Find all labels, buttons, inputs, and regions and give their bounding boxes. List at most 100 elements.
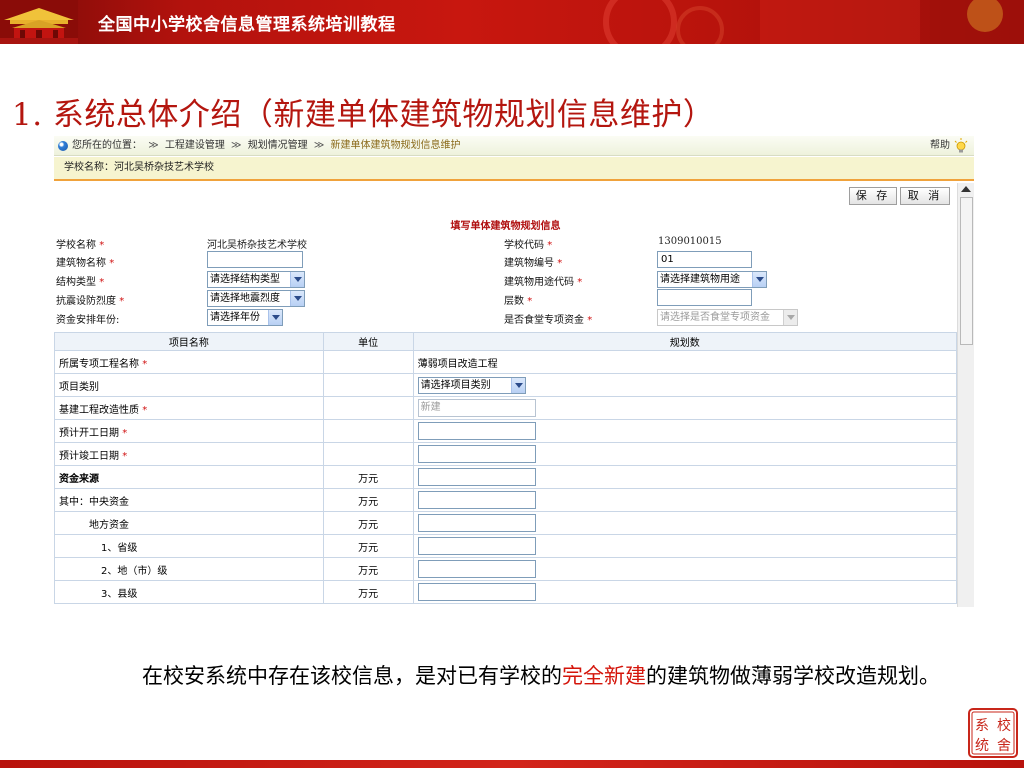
row-value bbox=[412, 488, 958, 512]
chevron-down-icon bbox=[783, 310, 797, 325]
row-unit bbox=[322, 419, 414, 443]
row-value bbox=[412, 580, 958, 604]
help-link[interactable]: 帮助 bbox=[930, 136, 950, 156]
scrollbar-thumb[interactable] bbox=[960, 197, 973, 345]
svg-text:校: 校 bbox=[997, 717, 1011, 734]
vertical-scrollbar[interactable] bbox=[957, 183, 974, 607]
school-code-value: 1309010015 bbox=[658, 236, 722, 247]
row-value bbox=[412, 442, 958, 466]
breadcrumb-separator: ≫ bbox=[148, 140, 159, 151]
column-header-unit: 单位 bbox=[322, 332, 414, 351]
table-row: 地方资金 万元 bbox=[54, 511, 958, 535]
row-value bbox=[412, 511, 958, 535]
construction-nature-input: 新建 bbox=[417, 399, 536, 417]
row-label: 项目类别 bbox=[54, 373, 324, 397]
fund-year-select[interactable]: 请选择年份 bbox=[207, 309, 283, 326]
central-fund-input[interactable] bbox=[417, 491, 536, 509]
row-unit: 万元 bbox=[322, 465, 414, 489]
breadcrumb-separator: ≫ bbox=[313, 140, 325, 151]
end-date-input[interactable] bbox=[417, 445, 536, 463]
save-button[interactable]: 保 存 bbox=[849, 187, 897, 205]
seal-logo: 系 校 统 舍 bbox=[968, 708, 1018, 758]
building-name-label: 建筑物名称 * bbox=[56, 258, 115, 269]
banner-title: 全国中小学校舍信息管理系统培训教程 bbox=[98, 15, 396, 35]
table-row: 资金来源 万元 bbox=[54, 465, 958, 489]
usage-select[interactable]: 请选择建筑物用途 bbox=[657, 271, 767, 288]
slide-title: 1. 系统总体介绍（新建单体建筑物规划信息维护） bbox=[12, 97, 715, 133]
provincial-fund-input[interactable] bbox=[417, 537, 536, 555]
cancel-button[interactable]: 取 消 bbox=[900, 187, 950, 205]
row-label: 所属专项工程名称 * bbox=[54, 350, 324, 374]
structure-label: 结构类型 * bbox=[56, 277, 105, 288]
table-row: 项目类别 请选择项目类别 bbox=[54, 373, 958, 397]
row-unit bbox=[322, 373, 414, 397]
row-value: 新建 bbox=[412, 396, 958, 420]
header-banner: 全国中小学校舍信息管理系统培训教程 bbox=[0, 0, 1024, 44]
svg-text:系: 系 bbox=[975, 718, 989, 734]
scroll-up-icon[interactable] bbox=[961, 186, 971, 192]
row-unit: 万元 bbox=[322, 511, 414, 535]
row-label: 预计竣工日期 * bbox=[54, 442, 324, 466]
slide-caption: 在校安系统中存在该校信息，是对已有学校的完全新建的建筑物做薄弱学校改造规划。 bbox=[74, 656, 954, 696]
city-fund-input[interactable] bbox=[417, 560, 536, 578]
row-label: 1、省级 bbox=[54, 534, 324, 558]
column-header-planned: 规划数 bbox=[412, 332, 958, 351]
breadcrumb-item-planning[interactable]: 规划情况管理 bbox=[248, 140, 308, 151]
form-title: 填写单体建筑物规划信息 bbox=[450, 221, 561, 232]
chevron-down-icon bbox=[290, 272, 304, 287]
row-unit bbox=[322, 350, 414, 374]
row-label: 预计开工日期 * bbox=[54, 419, 324, 443]
table-row: 3、县级 万元 bbox=[54, 580, 958, 604]
fund-year-label: 资金安排年份: bbox=[56, 315, 120, 326]
row-unit: 万元 bbox=[322, 534, 414, 558]
row-value bbox=[412, 557, 958, 581]
breadcrumb-item-construction[interactable]: 工程建设管理 bbox=[165, 140, 225, 151]
footer-bar bbox=[0, 760, 1024, 768]
local-fund-input[interactable] bbox=[417, 514, 536, 532]
caption-highlight: 完全新建 bbox=[562, 664, 646, 688]
chevron-down-icon bbox=[752, 272, 766, 287]
project-type-select[interactable]: 请选择项目类别 bbox=[417, 376, 526, 394]
location-icon bbox=[58, 141, 68, 151]
seismic-select[interactable]: 请选择地震烈度 bbox=[207, 290, 305, 307]
floors-input[interactable] bbox=[657, 289, 752, 306]
row-unit: 万元 bbox=[322, 488, 414, 512]
table-row: 2、地（市）级 万元 bbox=[54, 557, 958, 581]
usage-label: 建筑物用途代码 * bbox=[504, 277, 583, 288]
caption-text: 在校安系统中存在该校信息，是对已有学校的 bbox=[142, 664, 562, 688]
row-label: 地方资金 bbox=[54, 511, 324, 535]
row-unit: 万元 bbox=[322, 557, 414, 581]
canteen-fund-label: 是否食堂专项资金 * bbox=[504, 315, 593, 326]
county-fund-input[interactable] bbox=[417, 583, 536, 601]
row-value bbox=[412, 465, 958, 489]
table-row: 其中：中央资金 万元 bbox=[54, 488, 958, 512]
row-label: 其中：中央资金 bbox=[54, 488, 324, 512]
school-code-label: 学校代码 * bbox=[504, 240, 553, 251]
school-name-label: 学校名称 * bbox=[56, 240, 105, 251]
lightbulb-icon[interactable] bbox=[954, 138, 968, 154]
planning-table: 项目名称 单位 规划数 所属专项工程名称 * 薄弱项目改造工程 项目类别 请选择… bbox=[54, 332, 958, 604]
table-row: 所属专项工程名称 * 薄弱项目改造工程 bbox=[54, 350, 958, 374]
school-name-bar: 学校名称：河北吴桥杂技艺术学校 bbox=[54, 157, 974, 181]
row-value: 请选择项目类别 bbox=[412, 373, 958, 397]
row-value: 薄弱项目改造工程 bbox=[412, 350, 958, 374]
seismic-label: 抗震设防烈度 * bbox=[56, 296, 125, 307]
school-name-value: 河北吴桥杂技艺术学校 bbox=[207, 240, 307, 251]
table-row: 预计开工日期 * bbox=[54, 419, 958, 443]
chevron-down-icon bbox=[290, 291, 304, 306]
row-unit bbox=[322, 442, 414, 466]
building-no-input[interactable]: 01 bbox=[657, 251, 752, 268]
breadcrumb-prefix: 您所在的位置： bbox=[72, 140, 142, 151]
chevron-down-icon bbox=[510, 377, 525, 393]
svg-text:舍: 舍 bbox=[997, 738, 1011, 754]
structure-select[interactable]: 请选择结构类型 bbox=[207, 271, 305, 288]
caption-text: 的建筑物做薄弱学校改造规划。 bbox=[646, 664, 940, 688]
fund-source-input[interactable] bbox=[417, 468, 536, 486]
row-value bbox=[412, 534, 958, 558]
row-label: 2、地（市）级 bbox=[54, 557, 324, 581]
start-date-input[interactable] bbox=[417, 422, 536, 440]
row-label: 基建工程改造性质 * bbox=[54, 396, 324, 420]
floors-label: 层数 * bbox=[504, 296, 533, 307]
building-name-input[interactable] bbox=[207, 251, 303, 268]
breadcrumb-separator: ≫ bbox=[231, 140, 242, 151]
